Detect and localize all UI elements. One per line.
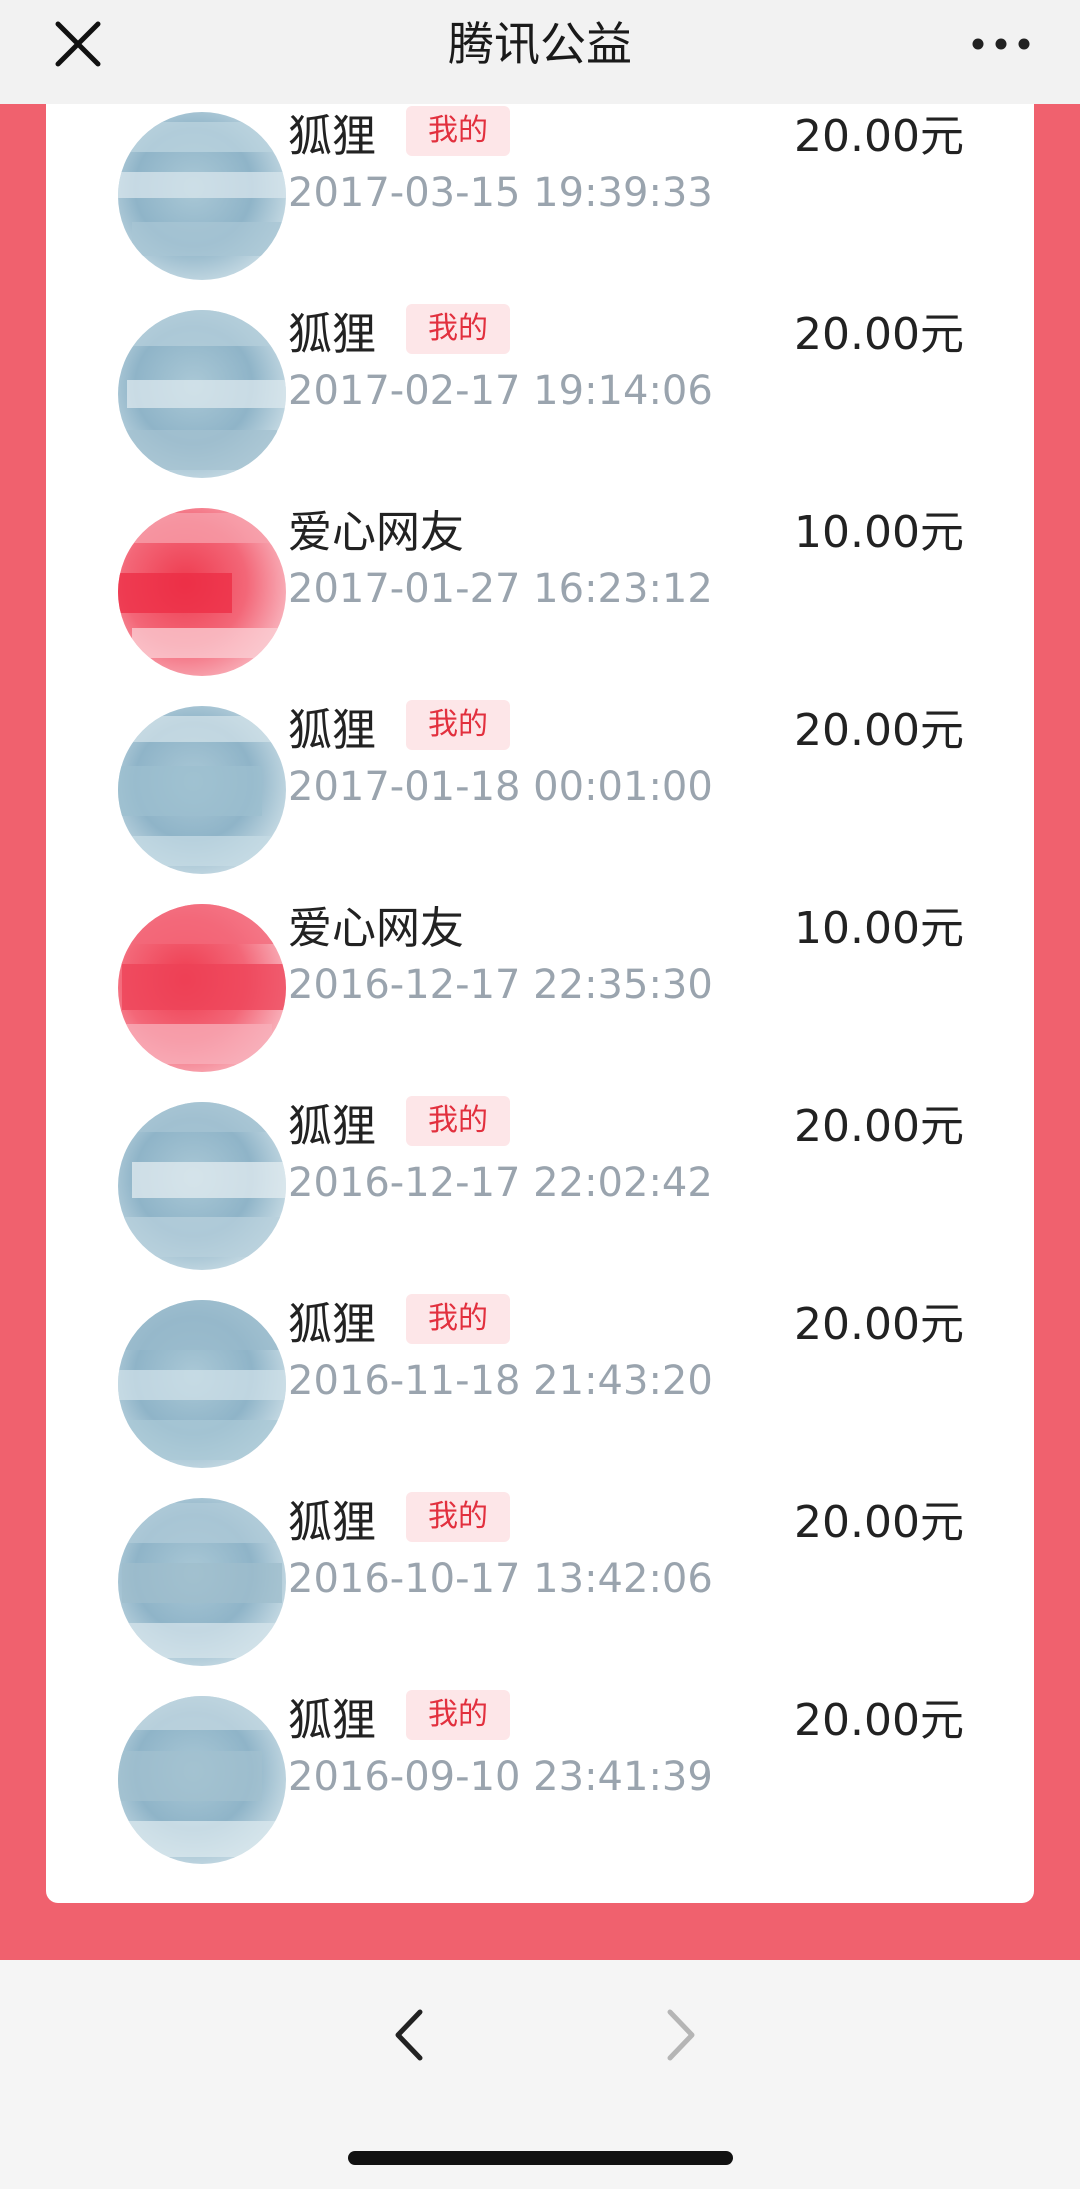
donation-row[interactable]: 狐狸 我的 20.00元 2017-01-18 00:01:00: [46, 692, 1034, 890]
scribble-overlay: [118, 716, 286, 866]
donation-amount: 10.00元: [794, 903, 964, 954]
home-indicator[interactable]: [348, 2151, 733, 2165]
back-button[interactable]: [380, 2000, 440, 2070]
scribble-overlay: [118, 904, 286, 1064]
mine-badge: 我的: [406, 304, 510, 354]
forward-button[interactable]: [650, 2000, 710, 2070]
avatar: [118, 112, 286, 280]
mine-badge: 我的: [406, 1096, 510, 1146]
mine-badge: 我的: [406, 1294, 510, 1344]
donation-row[interactable]: 爱心网友 10.00元 2017-01-27 16:23:12: [46, 494, 1034, 692]
avatar: [118, 1696, 286, 1864]
donation-time: 2017-03-15 19:39:33: [288, 170, 713, 216]
donor-name: 狐狸: [288, 111, 376, 162]
avatar: [118, 1300, 286, 1468]
donation-row[interactable]: 狐狸 我的 20.00元 2017-02-17 19:14:06: [46, 296, 1034, 494]
donation-time: 2016-12-17 22:35:30: [288, 962, 713, 1008]
donor-name: 狐狸: [288, 1497, 376, 1548]
donor-name: 爱心网友: [288, 903, 464, 954]
donation-time: 2017-01-18 00:01:00: [288, 764, 713, 810]
scribble-overlay: [118, 1102, 286, 1257]
scribble-overlay: [118, 122, 286, 256]
donation-row[interactable]: 狐狸 我的 20.00元 2016-11-18 21:43:20: [46, 1286, 1034, 1484]
donor-name: 狐狸: [288, 1695, 376, 1746]
scribble-overlay: [118, 1696, 286, 1857]
scribble-overlay: [118, 1503, 286, 1658]
donor-name: 狐狸: [288, 309, 376, 360]
donation-amount: 20.00元: [794, 1497, 964, 1548]
donation-row[interactable]: 狐狸 我的 20.00元 2016-12-17 22:02:42: [46, 1088, 1034, 1286]
donor-name: 狐狸: [288, 1101, 376, 1152]
avatar: [118, 310, 286, 478]
mine-badge: 我的: [406, 106, 510, 156]
donation-row[interactable]: 狐狸 我的 20.00元 2017-03-15 19:39:33: [46, 98, 1034, 296]
donation-time: 2016-09-10 23:41:39: [288, 1754, 713, 1800]
donation-amount: 20.00元: [794, 1695, 964, 1746]
avatar: [118, 508, 286, 676]
donation-row[interactable]: 爱心网友 10.00元 2016-12-17 22:35:30: [46, 890, 1034, 1088]
donor-name: 狐狸: [288, 1299, 376, 1350]
page-title: 腾讯公益: [448, 17, 632, 71]
donor-name: 爱心网友: [288, 507, 464, 558]
donation-time: 2016-11-18 21:43:20: [288, 1358, 713, 1404]
avatar: [118, 904, 286, 1072]
chevron-left-icon: [395, 2009, 423, 2061]
donation-amount: 20.00元: [794, 1299, 964, 1350]
bottom-toolbar: [0, 1960, 1080, 2189]
scribble-overlay: [118, 310, 286, 470]
donation-time: 2016-12-17 22:02:42: [288, 1160, 713, 1206]
more-icon: [972, 38, 1030, 50]
chevron-right-icon: [667, 2009, 695, 2061]
mine-badge: 我的: [406, 1492, 510, 1542]
more-button[interactable]: [968, 30, 1034, 58]
avatar: [118, 1102, 286, 1270]
avatar: [118, 1498, 286, 1666]
mine-badge: 我的: [406, 1690, 510, 1740]
donation-amount: 10.00元: [794, 507, 964, 558]
donation-time: 2017-01-27 16:23:12: [288, 566, 713, 612]
donation-row[interactable]: 狐狸 我的 20.00元 2016-09-10 23:41:39: [46, 1682, 1034, 1880]
donor-name: 狐狸: [288, 705, 376, 756]
scribble-overlay: [118, 1300, 286, 1460]
donation-amount: 20.00元: [794, 111, 964, 162]
donation-time: 2017-02-17 19:14:06: [288, 368, 713, 414]
donation-amount: 20.00元: [794, 309, 964, 360]
avatar: [118, 706, 286, 874]
donation-amount: 20.00元: [794, 1101, 964, 1152]
scribble-overlay: [118, 513, 282, 658]
top-bar: 腾讯公益: [0, 0, 1080, 104]
donation-time: 2016-10-17 13:42:06: [288, 1556, 713, 1602]
donation-amount: 20.00元: [794, 705, 964, 756]
mine-badge: 我的: [406, 700, 510, 750]
donation-row[interactable]: 狐狸 我的 20.00元 2016-10-17 13:42:06: [46, 1484, 1034, 1682]
